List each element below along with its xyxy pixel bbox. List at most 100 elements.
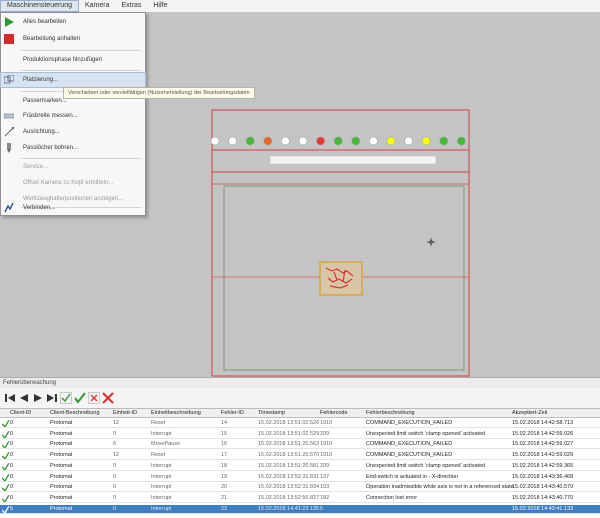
col-fehlerbeschreibung[interactable]: Fehlerbeschreibung	[366, 409, 415, 418]
cell-fehlercode: 1910	[320, 452, 333, 459]
cell-fehlerbeschreibung: COMMAND_EXECUTION_FAILED	[366, 441, 453, 448]
cell-client-id: 0	[10, 420, 14, 426]
previous-icon[interactable]	[18, 391, 30, 405]
cell-akzeptiert-zeit: 15.02.2018 14:43:41.133	[512, 505, 574, 512]
accepted-check-icon	[2, 494, 9, 502]
last-icon[interactable]	[46, 391, 58, 405]
col-fehlercode[interactable]: Fehlercode	[320, 409, 348, 418]
panel-title: Fehlerüberwachung	[0, 377, 600, 387]
col-client-beschreibung[interactable]: Client-Beschreibung	[50, 409, 100, 418]
status-indicator	[386, 136, 396, 146]
cell-fehler-id: 19	[221, 473, 228, 480]
cell-einheitbeschreibung: Interrupt	[151, 494, 172, 501]
menu-maschinensteuerung[interactable]: Maschinensteuerung	[0, 0, 79, 12]
accepted-check-icon	[2, 505, 9, 513]
drill-icon	[7, 143, 11, 153]
cell-timestamp: 15.02.2018 13:51:20.563	[258, 441, 320, 448]
cell-client-id: 5	[10, 505, 14, 512]
cell-akzeptiert-zeit: 15.02.2018 14:42:59.027	[512, 441, 574, 448]
table-row[interactable]: 0 Protomat 6 MovePause 16 15.02.2018 13:51:20…	[0, 440, 600, 450]
menu-item-ausrichtung[interactable]: Ausrichtung...	[1, 125, 145, 139]
menu-item-bearbeitung-anhalten[interactable]: Bearbeitung anhalten	[1, 32, 145, 46]
cell-fehlerbeschreibung: End-switch is actuated in - X-direction	[366, 473, 459, 480]
table-row[interactable]: 0 Protomat 0 Interrupt 21 15.02.2018 13:52:56…	[0, 494, 600, 503]
status-indicator	[281, 136, 290, 146]
col-einheit-id[interactable]: Einheit-ID	[113, 409, 137, 418]
menu-item-fraesbreite[interactable]: Fräsbreite messen...	[1, 109, 145, 123]
menu-item-produktionsphase[interactable]: Produktionsphase hinzufügen	[1, 53, 145, 67]
cell-fehler-id: 16	[221, 441, 228, 448]
menu-item-offset-kamera[interactable]: Offset Kamera zu Kopf ermitteln...	[1, 176, 145, 190]
accepted-check-icon	[2, 430, 9, 438]
next-icon[interactable]	[32, 391, 44, 405]
table-row[interactable]: 5 Protomat 0 Interrupt 22 15.02.2018 14:41:23…	[0, 504, 600, 514]
menu-separator	[21, 70, 141, 71]
table-row[interactable]: 0 Protomat 0 Interrupt 18 15.02.2018 13:51:20…	[0, 462, 600, 471]
cell-fehlercode: 209	[320, 462, 330, 469]
status-indicator	[228, 136, 237, 146]
cell-fehler-id: 15	[221, 430, 228, 437]
accept-selected-icon[interactable]	[60, 391, 72, 405]
cell-einheitbeschreibung: Interrupt	[151, 505, 172, 512]
cell-einheit-id: 0	[113, 430, 117, 437]
cell-einheitbeschreibung: Interrupt	[151, 430, 172, 437]
cell-fehlerbeschreibung: Operation inadmissible while axis is not…	[366, 484, 514, 491]
cell-akzeptiert-zeit: 15.02.2018 14:42:59.026	[512, 430, 574, 437]
col-einheitbeschreibung[interactable]: Einheitbeschreibung	[151, 409, 201, 418]
delete-selected-icon[interactable]	[88, 391, 100, 405]
cell-timestamp: 15.02.2018 13:51:02.529	[258, 430, 320, 437]
cell-client-id: 0	[10, 494, 14, 501]
status-indicator	[421, 136, 431, 146]
cell-timestamp: 15.02.2018 13:51:20.581	[258, 462, 320, 469]
cell-einheitbeschreibung: Interrupt	[151, 484, 172, 491]
status-indicator	[404, 136, 413, 146]
table-row[interactable]: 0 Protomat 12 Reset 17 15.02.2018 13:51:20.57…	[0, 451, 600, 461]
status-indicator	[210, 136, 220, 146]
table-row[interactable]: 0 Protomat 12 Reset 14 15.02.2018 13:51:02.52…	[0, 419, 600, 428]
delete-icon[interactable]	[102, 391, 114, 405]
menu-hilfe[interactable]: Hilfe	[147, 0, 173, 12]
col-akzeptiert-zeit[interactable]: Akzeptiert-Zeit	[512, 409, 547, 418]
cell-akzeptiert-zeit: 15.02.2018 14:42:59.365	[512, 462, 574, 469]
accept-icon[interactable]	[74, 391, 86, 405]
cell-fehler-id: 21	[221, 494, 228, 501]
cell-einheit-id: 0	[113, 484, 117, 491]
accepted-check-icon	[2, 462, 9, 470]
cell-fehlercode: 137	[320, 473, 330, 480]
error-toolbar	[0, 388, 600, 408]
cell-fehler-id: 20	[221, 484, 228, 491]
cell-client-beschreibung: Protomat	[50, 473, 73, 480]
cell-client-id: 0	[10, 441, 14, 448]
col-fehler-id[interactable]: Fehler-ID	[221, 409, 244, 418]
align-icon	[4, 127, 14, 137]
board-part[interactable]	[319, 261, 363, 296]
menu-item-passloecher[interactable]: Passlöcher bohren...	[1, 141, 145, 155]
menu-item-verbinden[interactable]: Verbinden...	[1, 201, 145, 214]
menu-item-alles-bearbeiten[interactable]: Alles bearbeiten	[1, 15, 145, 29]
cell-einheitbeschreibung: Interrupt	[151, 473, 172, 480]
menu-extras[interactable]: Extras	[116, 0, 148, 12]
table-row[interactable]: 0 Protomat 0 Interrupt 19 15.02.2018 13:52:31…	[0, 473, 600, 482]
status-indicator	[245, 136, 255, 146]
table-row[interactable]: 0 Protomat 0 Interrupt 15 15.02.2018 13:51:02…	[0, 430, 600, 439]
col-client-id[interactable]: Client-ID	[10, 409, 31, 418]
first-icon[interactable]	[4, 391, 16, 405]
status-indicator	[298, 136, 308, 146]
status-indicator	[369, 136, 378, 146]
cell-akzeptiert-zeit: 15.02.2018 14:43:40.570	[512, 484, 574, 491]
cell-client-id: 0	[10, 452, 14, 459]
cell-client-beschreibung: Protomat	[50, 462, 73, 469]
menu-item-platzierung[interactable]: Platzierung...	[0, 72, 146, 88]
cell-fehlercode: 1910	[320, 441, 333, 448]
col-timestamp[interactable]: Timestamp	[258, 409, 285, 418]
accepted-check-icon	[2, 473, 9, 481]
cell-einheit-id: 0	[113, 462, 117, 469]
status-indicator	[457, 136, 466, 146]
accepted-check-icon	[2, 452, 9, 460]
cell-timestamp: 15.02.2018 13:51:20.570	[258, 452, 320, 459]
cell-timestamp: 15.02.2018 13:51:02.526	[258, 420, 320, 426]
cell-akzeptiert-zeit: 15.02.2018 14:43:40.770	[512, 494, 574, 501]
table-row[interactable]: 0 Protomat 0 Interrupt 20 15.02.2018 13:52:31…	[0, 483, 600, 493]
menu-kamera[interactable]: Kamera	[79, 0, 116, 12]
menu-item-service[interactable]: Service...	[1, 160, 145, 174]
